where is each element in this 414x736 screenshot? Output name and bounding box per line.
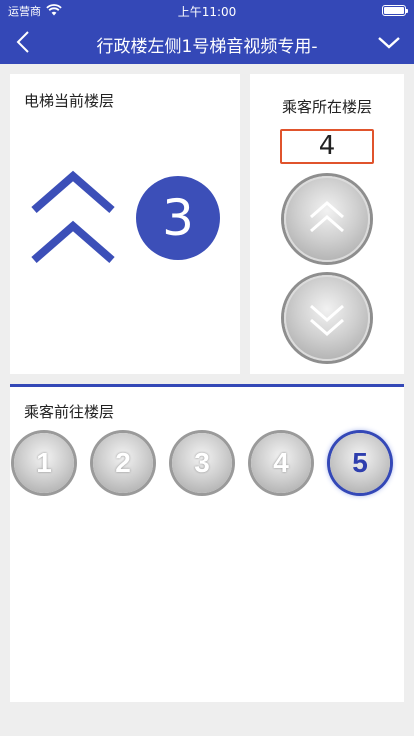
call-down-button[interactable] — [284, 275, 370, 361]
double-chevron-up-icon — [31, 170, 115, 264]
current-floor-label: 电梯当前楼层 — [24, 92, 115, 110]
battery-icon — [382, 5, 408, 16]
chevron-down-icon — [378, 37, 400, 49]
page-title: 行政楼左侧1号梯音视频专用- — [96, 37, 318, 57]
target-floor-label: 乘客前往楼层 — [24, 403, 115, 421]
back-button[interactable] — [10, 28, 38, 56]
floor-button-4[interactable]: 4 — [251, 433, 311, 493]
status-bar: 运营商 上午11:00 — [0, 0, 414, 20]
chevron-down-icon — [310, 304, 344, 336]
current-floor-indicator: 3 — [136, 176, 220, 260]
current-floor-panel: 电梯当前楼层 3 — [10, 74, 240, 374]
chevron-up-icon — [310, 201, 344, 233]
clock: 上午11:00 — [177, 5, 237, 19]
nav-bar: 行政楼左侧1号梯音视频专用- — [0, 20, 414, 64]
passenger-floor-panel: 乘客所在楼层 4 — [250, 74, 404, 374]
dropdown-button[interactable] — [376, 30, 402, 54]
passenger-floor-input[interactable]: 4 — [280, 129, 374, 164]
top-bar: 运营商 上午11:00 行政楼左侧1号梯音视频专用- — [0, 0, 414, 64]
chevron-left-icon — [16, 31, 29, 53]
floor-button-2[interactable]: 2 — [93, 433, 153, 493]
floor-button-5[interactable]: 5 — [330, 433, 390, 493]
floor-button-3[interactable]: 3 — [172, 433, 232, 493]
floor-button-1[interactable]: 1 — [14, 433, 74, 493]
target-floor-panel: 乘客前往楼层 1 2 3 4 5 — [10, 384, 404, 702]
passenger-floor-label: 乘客所在楼层 — [281, 98, 372, 116]
call-up-button[interactable] — [284, 176, 370, 262]
